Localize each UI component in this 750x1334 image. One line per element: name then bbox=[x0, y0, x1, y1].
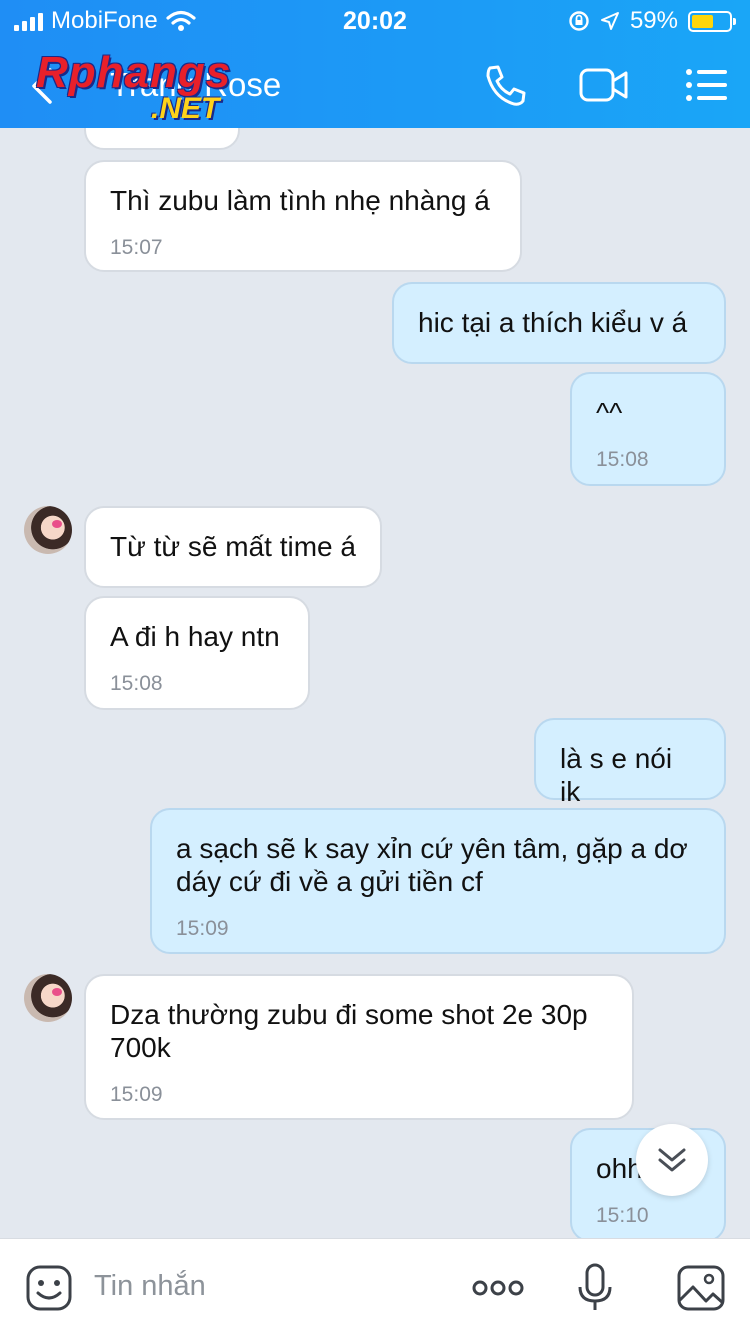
battery-percent: 59% bbox=[629, 7, 678, 34]
phone-icon[interactable] bbox=[480, 62, 532, 108]
message-text: là s e nói ik bbox=[560, 743, 673, 807]
message-text: Thì zubu làm tình nhẹ nhàng á bbox=[110, 185, 490, 216]
location-icon bbox=[600, 12, 619, 30]
chevron-double-down-icon bbox=[658, 1148, 686, 1172]
microphone-icon[interactable] bbox=[570, 1263, 620, 1313]
message-text: hic tại a thích kiểu v á bbox=[418, 307, 688, 338]
video-call-icon[interactable] bbox=[578, 62, 630, 108]
message-bubble-incoming[interactable] bbox=[84, 128, 240, 150]
message-text: a sạch sẽ k say xỉn cứ yên tâm, gặp a dơ… bbox=[176, 833, 688, 897]
message-bubble-incoming[interactable]: Dza thường zubu đi some shot 2e 30p 700k… bbox=[84, 974, 634, 1120]
contact-avatar[interactable] bbox=[24, 974, 72, 1022]
image-icon[interactable] bbox=[676, 1263, 726, 1313]
sticker-icon[interactable] bbox=[24, 1263, 74, 1313]
watermark-logo: Rphangs .NET bbox=[36, 48, 276, 134]
message-bubble-outgoing[interactable]: a sạch sẽ k say xỉn cứ yên tâm, gặp a dơ… bbox=[150, 808, 726, 954]
battery-icon bbox=[688, 10, 736, 32]
message-time: 15:09 bbox=[176, 917, 229, 940]
message-input-bar: Tin nhắn bbox=[0, 1238, 750, 1334]
more-options-icon[interactable] bbox=[470, 1263, 526, 1313]
menu-icon[interactable] bbox=[682, 62, 734, 108]
message-text: A đi h hay ntn bbox=[110, 621, 280, 652]
message-time: 15:09 bbox=[110, 1083, 163, 1106]
message-time: 15:08 bbox=[596, 448, 649, 471]
status-bar: MobiFone 20:02 59% bbox=[0, 0, 750, 40]
contact-avatar[interactable] bbox=[24, 506, 72, 554]
message-text: ^^ bbox=[596, 397, 623, 428]
message-bubble-outgoing[interactable]: là s e nói ik bbox=[534, 718, 726, 807]
message-text: Dza thường zubu đi some shot 2e 30p 700k bbox=[110, 999, 588, 1063]
chat-header: MobiFone 20:02 59% Trang Rose Rphangs .N… bbox=[0, 0, 750, 128]
message-input[interactable]: Tin nhắn bbox=[94, 1270, 206, 1303]
message-text: Từ từ sẽ mất time á bbox=[110, 531, 356, 562]
message-time: 15:08 bbox=[110, 672, 163, 695]
scroll-to-bottom-button[interactable] bbox=[636, 1124, 708, 1196]
message-bubble-outgoing[interactable]: hic tại a thích kiểu v á bbox=[392, 282, 726, 364]
message-bubble-incoming[interactable]: Thì zubu làm tình nhẹ nhàng á 15:07 bbox=[84, 160, 522, 272]
rotation-lock-icon bbox=[569, 11, 589, 31]
message-time: 15:07 bbox=[110, 236, 163, 259]
message-list[interactable]: Thì zubu làm tình nhẹ nhàng á 15:07 hic … bbox=[0, 128, 750, 1238]
message-bubble-incoming[interactable]: Từ từ sẽ mất time á bbox=[84, 506, 382, 588]
message-bubble-outgoing[interactable]: ^^ 15:08 bbox=[570, 372, 726, 486]
message-time: 15:10 bbox=[596, 1204, 649, 1227]
watermark-main: Rphangs bbox=[36, 48, 232, 97]
watermark-sub: .NET bbox=[151, 92, 220, 125]
message-bubble-incoming[interactable]: A đi h hay ntn 15:08 bbox=[84, 596, 310, 710]
